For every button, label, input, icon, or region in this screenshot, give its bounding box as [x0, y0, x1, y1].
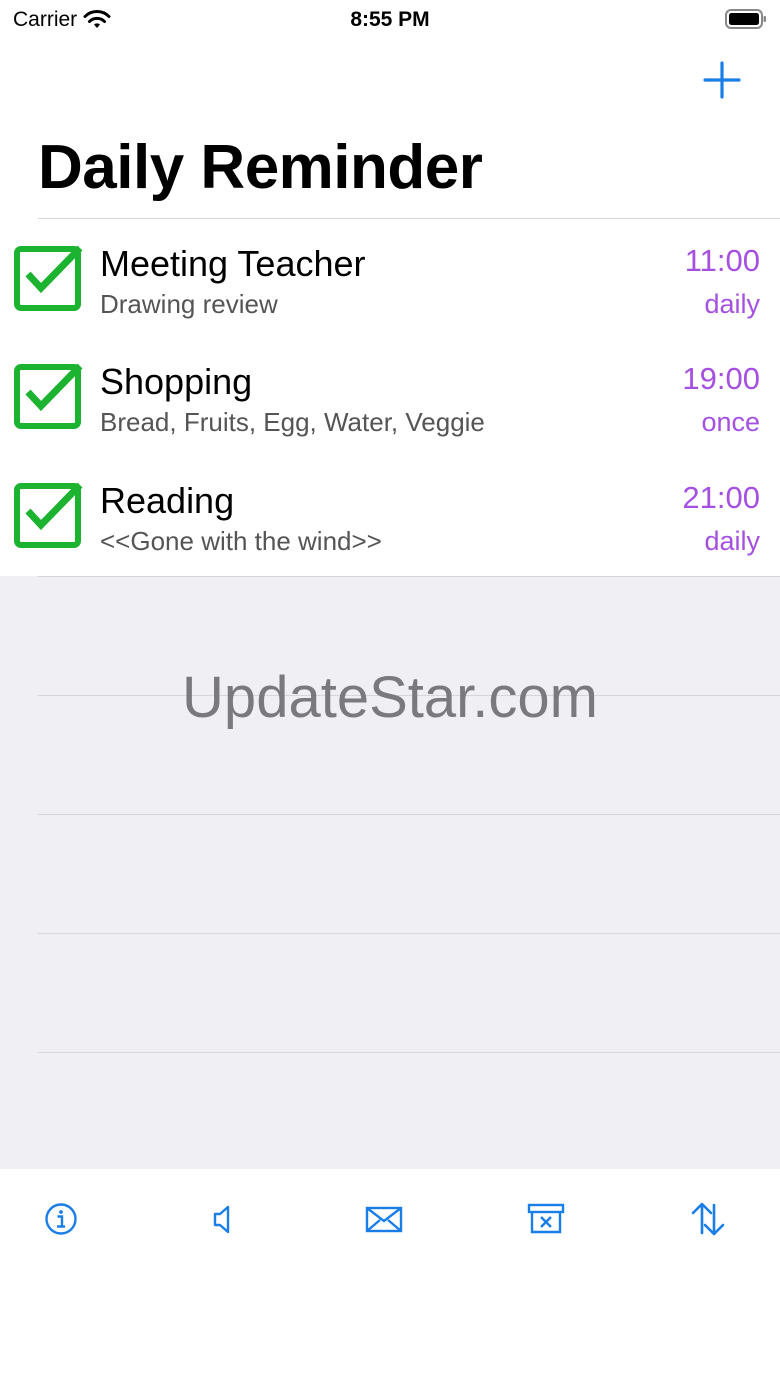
checked-checkbox-icon[interactable]: [14, 481, 84, 549]
info-button[interactable]: [39, 1197, 83, 1241]
divider: [38, 1052, 780, 1053]
info-icon: [45, 1203, 77, 1235]
sort-arrows-icon: [691, 1202, 725, 1236]
reminder-time: 19:00: [682, 361, 760, 396]
checked-checkbox-icon[interactable]: [14, 244, 84, 312]
watermark: UpdateStar.com: [182, 665, 598, 730]
divider: [38, 814, 780, 815]
divider: [38, 576, 780, 577]
reminder-list: Meeting Teacher Drawing review 11:00 dai…: [0, 218, 780, 575]
page-title: Daily Reminder: [38, 133, 483, 202]
reminder-time: 21:00: [682, 480, 760, 515]
reminder-subtitle: Bread, Fruits, Egg, Water, Veggie: [100, 407, 485, 437]
status-time: 8:55 PM: [350, 8, 430, 31]
delete-button[interactable]: [524, 1197, 568, 1241]
reminder-time: 11:00: [684, 243, 760, 278]
battery-icon: [725, 9, 766, 29]
list-item[interactable]: Shopping Bread, Fruits, Egg, Water, Vegg…: [0, 337, 780, 456]
sort-button[interactable]: [686, 1197, 730, 1241]
mail-icon: [365, 1206, 403, 1233]
sound-button[interactable]: [200, 1197, 244, 1241]
status-bar: Carrier 8:55 PM: [0, 0, 780, 40]
reminder-subtitle: Drawing review: [100, 289, 278, 319]
reminder-title: Reading: [100, 480, 235, 521]
plus-icon: [703, 61, 741, 99]
list-item[interactable]: Meeting Teacher Drawing review 11:00 dai…: [0, 219, 780, 338]
divider: [38, 933, 780, 934]
add-reminder-button[interactable]: [700, 58, 744, 102]
reminder-frequency: daily: [704, 526, 760, 556]
archive-delete-icon: [527, 1203, 565, 1234]
list-item[interactable]: Reading <<Gone with the wind>> 21:00 dai…: [0, 456, 780, 575]
reminder-title: Meeting Teacher: [100, 243, 366, 284]
reminder-subtitle: <<Gone with the wind>>: [100, 526, 382, 556]
mail-button[interactable]: [362, 1197, 406, 1241]
speaker-icon: [213, 1205, 230, 1234]
reminder-title: Shopping: [100, 361, 253, 402]
reminder-frequency: daily: [704, 289, 760, 319]
checked-checkbox-icon[interactable]: [14, 362, 84, 430]
bottom-toolbar: [0, 1169, 780, 1387]
reminder-frequency: once: [701, 407, 760, 437]
